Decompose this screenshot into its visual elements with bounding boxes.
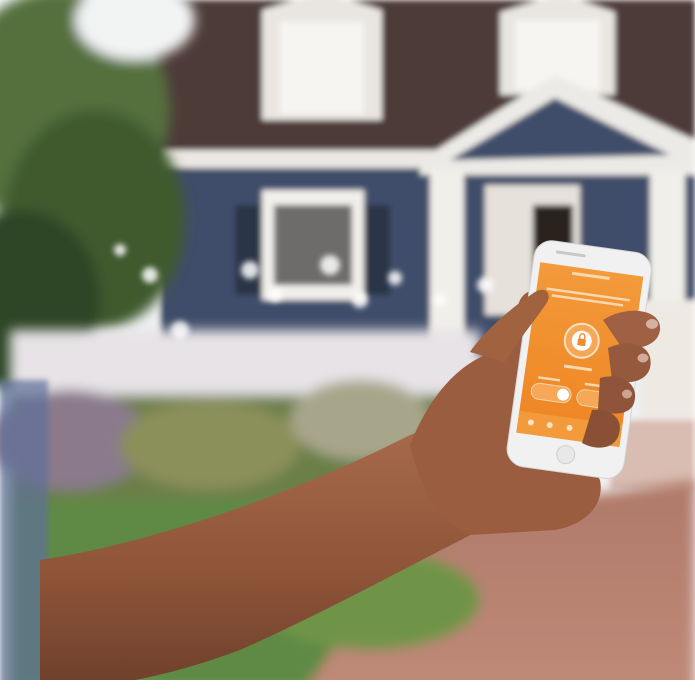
photo-scene — [0, 0, 695, 698]
bottom-margin — [0, 680, 695, 698]
smart-lock-photo — [0, 0, 695, 698]
